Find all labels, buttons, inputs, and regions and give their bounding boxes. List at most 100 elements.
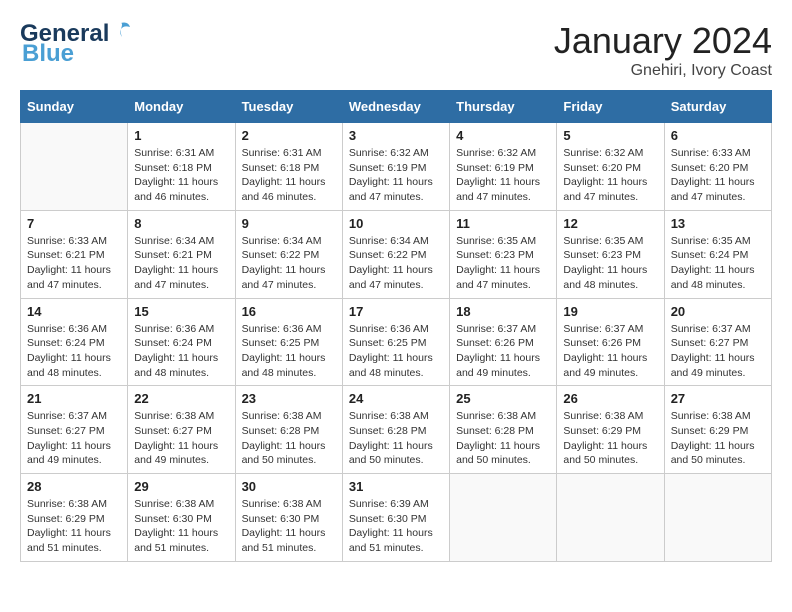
day-info: Sunrise: 6:33 AMSunset: 6:20 PMDaylight:…: [671, 146, 765, 205]
day-info: Sunrise: 6:36 AMSunset: 6:25 PMDaylight:…: [349, 322, 443, 381]
day-number: 31: [349, 479, 443, 494]
day-number: 22: [134, 391, 228, 406]
day-info: Sunrise: 6:38 AMSunset: 6:28 PMDaylight:…: [242, 409, 336, 468]
day-cell: 12 Sunrise: 6:35 AMSunset: 6:23 PMDayligh…: [557, 210, 664, 298]
day-number: 12: [563, 216, 657, 231]
day-info: Sunrise: 6:34 AMSunset: 6:22 PMDaylight:…: [242, 234, 336, 293]
week-row-2: 7Sunrise: 6:33 AMSunset: 6:21 PMDaylight…: [21, 210, 772, 298]
day-cell: 15 Sunrise: 6:36 AMSunset: 6:24 PMDayligh…: [128, 298, 235, 386]
week-row-3: 14 Sunrise: 6:36 AMSunset: 6:24 PMDayligh…: [21, 298, 772, 386]
day-number: 5: [563, 128, 657, 143]
day-info: Sunrise: 6:38 AMSunset: 6:28 PMDaylight:…: [456, 409, 550, 468]
day-number: 11: [456, 216, 550, 231]
day-cell: 24 Sunrise: 6:38 AMSunset: 6:28 PMDayligh…: [342, 386, 449, 474]
day-cell: 17Sunrise: 6:36 AMSunset: 6:25 PMDayligh…: [342, 298, 449, 386]
day-number: 9: [242, 216, 336, 231]
week-row-1: 1 Sunrise: 6:31 AMSunset: 6:18 PMDaylight…: [21, 123, 772, 211]
day-cell: 2 Sunrise: 6:31 AMSunset: 6:18 PMDaylight…: [235, 123, 342, 211]
header-friday: Friday: [557, 91, 664, 123]
day-info: Sunrise: 6:38 AMSunset: 6:30 PMDaylight:…: [134, 497, 228, 556]
day-cell: 18 Sunrise: 6:37 AMSunset: 6:26 PMDayligh…: [450, 298, 557, 386]
day-cell: 5 Sunrise: 6:32 AMSunset: 6:20 PMDaylight…: [557, 123, 664, 211]
day-info: Sunrise: 6:32 AMSunset: 6:20 PMDaylight:…: [563, 146, 657, 205]
day-info: Sunrise: 6:31 AMSunset: 6:18 PMDaylight:…: [242, 146, 336, 205]
location: Gnehiri, Ivory Coast: [554, 62, 772, 80]
day-info: Sunrise: 6:37 AMSunset: 6:27 PMDaylight:…: [27, 409, 121, 468]
day-number: 23: [242, 391, 336, 406]
day-info: Sunrise: 6:35 AMSunset: 6:24 PMDaylight:…: [671, 234, 765, 293]
day-cell: 27Sunrise: 6:38 AMSunset: 6:29 PMDayligh…: [664, 386, 771, 474]
day-cell: 21 Sunrise: 6:37 AMSunset: 6:27 PMDayligh…: [21, 386, 128, 474]
day-info: Sunrise: 6:38 AMSunset: 6:28 PMDaylight:…: [349, 409, 443, 468]
month-title: January 2024: [554, 20, 772, 62]
day-number: 16: [242, 304, 336, 319]
week-row-5: 28 Sunrise: 6:38 AMSunset: 6:29 PMDayligh…: [21, 474, 772, 562]
day-info: Sunrise: 6:36 AMSunset: 6:24 PMDaylight:…: [134, 322, 228, 381]
day-number: 19: [563, 304, 657, 319]
day-number: 26: [563, 391, 657, 406]
header-sunday: Sunday: [21, 91, 128, 123]
day-info: Sunrise: 6:34 AMSunset: 6:21 PMDaylight:…: [134, 234, 228, 293]
day-cell: 16 Sunrise: 6:36 AMSunset: 6:25 PMDayligh…: [235, 298, 342, 386]
day-number: 6: [671, 128, 765, 143]
day-number: 1: [134, 128, 228, 143]
day-cell: 30 Sunrise: 6:38 AMSunset: 6:30 PMDayligh…: [235, 474, 342, 562]
day-number: 4: [456, 128, 550, 143]
day-cell: 6 Sunrise: 6:33 AMSunset: 6:20 PMDaylight…: [664, 123, 771, 211]
day-info: Sunrise: 6:32 AMSunset: 6:19 PMDaylight:…: [456, 146, 550, 205]
day-cell: 11Sunrise: 6:35 AMSunset: 6:23 PMDayligh…: [450, 210, 557, 298]
day-cell: 22 Sunrise: 6:38 AMSunset: 6:27 PMDayligh…: [128, 386, 235, 474]
day-info: Sunrise: 6:35 AMSunset: 6:23 PMDaylight:…: [563, 234, 657, 293]
day-info: Sunrise: 6:36 AMSunset: 6:25 PMDaylight:…: [242, 322, 336, 381]
day-info: Sunrise: 6:37 AMSunset: 6:27 PMDaylight:…: [671, 322, 765, 381]
day-cell: [450, 474, 557, 562]
day-cell: 20 Sunrise: 6:37 AMSunset: 6:27 PMDayligh…: [664, 298, 771, 386]
day-info: Sunrise: 6:37 AMSunset: 6:26 PMDaylight:…: [563, 322, 657, 381]
week-row-4: 21 Sunrise: 6:37 AMSunset: 6:27 PMDayligh…: [21, 386, 772, 474]
day-cell: 4 Sunrise: 6:32 AMSunset: 6:19 PMDaylight…: [450, 123, 557, 211]
day-number: 25: [456, 391, 550, 406]
header-thursday: Thursday: [450, 91, 557, 123]
day-info: Sunrise: 6:38 AMSunset: 6:27 PMDaylight:…: [134, 409, 228, 468]
header-wednesday: Wednesday: [342, 91, 449, 123]
day-number: 7: [27, 216, 121, 231]
day-number: 10: [349, 216, 443, 231]
day-info: Sunrise: 6:38 AMSunset: 6:29 PMDaylight:…: [671, 409, 765, 468]
day-number: 28: [27, 479, 121, 494]
day-number: 29: [134, 479, 228, 494]
day-number: 3: [349, 128, 443, 143]
day-cell: 7Sunrise: 6:33 AMSunset: 6:21 PMDaylight…: [21, 210, 128, 298]
header-monday: Monday: [128, 91, 235, 123]
day-number: 2: [242, 128, 336, 143]
day-number: 21: [27, 391, 121, 406]
calendar-table: SundayMondayTuesdayWednesdayThursdayFrid…: [20, 90, 772, 562]
header-saturday: Saturday: [664, 91, 771, 123]
day-number: 24: [349, 391, 443, 406]
day-cell: 23 Sunrise: 6:38 AMSunset: 6:28 PMDayligh…: [235, 386, 342, 474]
header-row: SundayMondayTuesdayWednesdayThursdayFrid…: [21, 91, 772, 123]
day-cell: 10Sunrise: 6:34 AMSunset: 6:22 PMDayligh…: [342, 210, 449, 298]
day-number: 20: [671, 304, 765, 319]
day-cell: 19 Sunrise: 6:37 AMSunset: 6:26 PMDayligh…: [557, 298, 664, 386]
day-info: Sunrise: 6:38 AMSunset: 6:29 PMDaylight:…: [563, 409, 657, 468]
day-cell: 25 Sunrise: 6:38 AMSunset: 6:28 PMDayligh…: [450, 386, 557, 474]
header-tuesday: Tuesday: [235, 91, 342, 123]
day-number: 14: [27, 304, 121, 319]
page-header: General Blue January 2024 Gnehiri, Ivory…: [20, 20, 772, 80]
day-cell: 13Sunrise: 6:35 AMSunset: 6:24 PMDayligh…: [664, 210, 771, 298]
day-info: Sunrise: 6:31 AMSunset: 6:18 PMDaylight:…: [134, 146, 228, 205]
day-cell: 8 Sunrise: 6:34 AMSunset: 6:21 PMDaylight…: [128, 210, 235, 298]
title-section: January 2024 Gnehiri, Ivory Coast: [554, 20, 772, 80]
day-number: 15: [134, 304, 228, 319]
day-info: Sunrise: 6:37 AMSunset: 6:26 PMDaylight:…: [456, 322, 550, 381]
day-info: Sunrise: 6:38 AMSunset: 6:30 PMDaylight:…: [242, 497, 336, 556]
logo-blue: Blue: [22, 40, 74, 68]
day-cell: 26 Sunrise: 6:38 AMSunset: 6:29 PMDayligh…: [557, 386, 664, 474]
day-info: Sunrise: 6:38 AMSunset: 6:29 PMDaylight:…: [27, 497, 121, 556]
day-number: 30: [242, 479, 336, 494]
day-cell: 9 Sunrise: 6:34 AMSunset: 6:22 PMDaylight…: [235, 210, 342, 298]
day-number: 8: [134, 216, 228, 231]
day-cell: [21, 123, 128, 211]
day-number: 18: [456, 304, 550, 319]
logo-bird-icon: [110, 19, 132, 41]
